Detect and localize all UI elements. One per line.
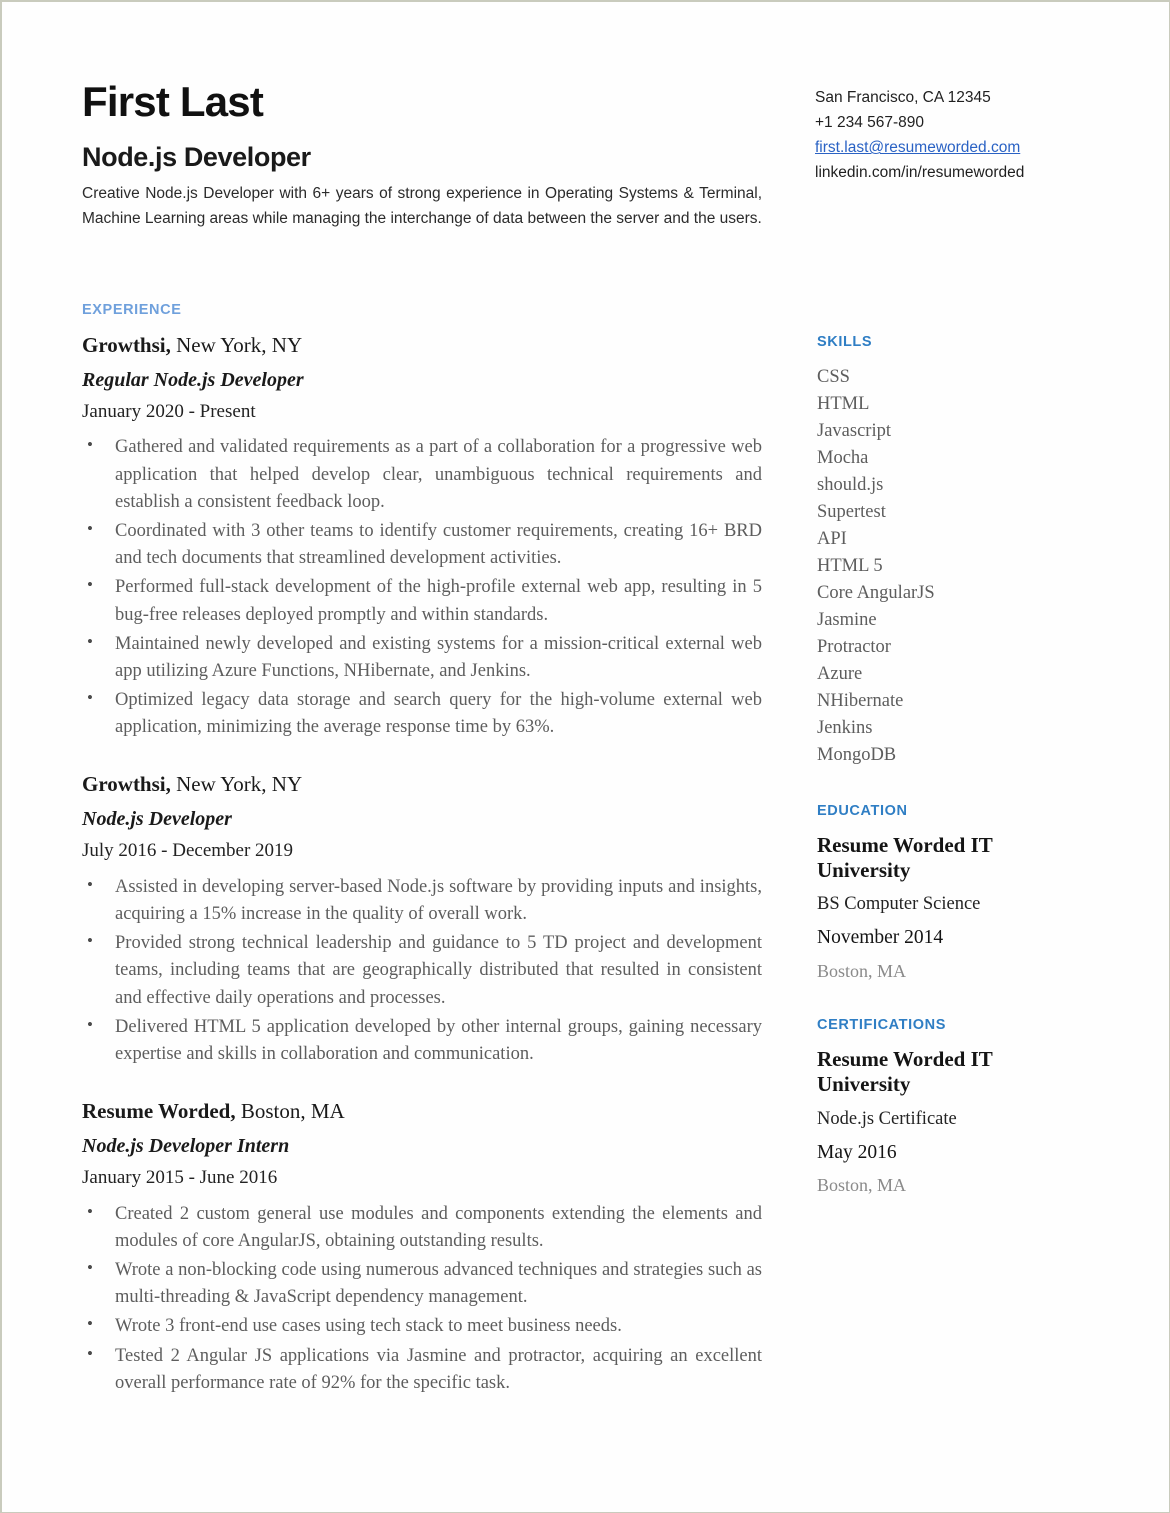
skill-item: Protractor [817, 637, 891, 657]
experience-dates: July 2016 - December 2019 [82, 840, 294, 862]
certifications-section: CERTIFICATIONS Resume Worded IT Universi… [817, 1017, 1075, 1197]
experience-entry: Resume Worded, Boston, MA Node.js Develo… [82, 1098, 762, 1397]
education-date: November 2014 [817, 927, 944, 949]
experience-bullet: Coordinated with 3 other teams to identi… [82, 517, 762, 572]
certification-organization: Resume Worded IT University [817, 1047, 993, 1097]
skill-item: Supertest [817, 502, 886, 522]
candidate-job-title: Node.js Developer [82, 141, 311, 172]
experience-company: Growthsi, [82, 333, 171, 357]
experience-bullet: Maintained newly developed and existing … [82, 630, 762, 685]
experience-company-line: Growthsi, New York, NY [82, 332, 762, 360]
experience-bullet-list: Created 2 custom general use modules and… [82, 1200, 762, 1397]
experience-bullet: Optimized legacy data storage and search… [82, 686, 762, 741]
education-organization: Resume Worded IT University [817, 833, 993, 883]
skills-list: CSS HTML Javascript Mocha should.js Supe… [817, 364, 1075, 769]
experience-bullet: Assisted in developing server-based Node… [82, 873, 762, 928]
resume-page: First Last Node.js Developer Creative No… [0, 0, 1170, 1513]
experience-bullet: Gathered and validated requirements as a… [82, 433, 762, 516]
experience-bullet: Provided strong technical leadership and… [82, 929, 762, 1012]
experience-company-line: Resume Worded, Boston, MA [82, 1098, 762, 1126]
header-left-block: First Last Node.js Developer Creative No… [82, 78, 762, 231]
experience-role: Node.js Developer Intern [82, 1134, 290, 1157]
experience-entry: Growthsi, New York, NY Node.js Developer… [82, 771, 762, 1068]
experience-dates: January 2020 - Present [82, 400, 256, 422]
contact-phone: +1 234 567-890 [815, 114, 925, 132]
education-section: EDUCATION Resume Worded IT University BS… [817, 803, 1075, 983]
certification-date: May 2016 [817, 1141, 897, 1163]
experience-bullet: Wrote 3 front-end use cases using tech s… [82, 1312, 762, 1340]
contact-block: San Francisco, CA 12345 +1 234 567-890 f… [815, 85, 1095, 185]
skill-item: Jenkins [817, 718, 873, 738]
education-degree: BS Computer Science [817, 894, 981, 915]
section-heading-skills: SKILLS [817, 334, 873, 350]
experience-bullet: Delivered HTML 5 application developed b… [82, 1013, 762, 1068]
experience-role: Node.js Developer [82, 808, 232, 831]
experience-company: Resume Worded, [82, 1099, 236, 1124]
contact-linkedin: linkedin.com/in/resumeworded [815, 164, 1025, 182]
experience-bullet-list: Assisted in developing server-based Node… [82, 873, 762, 1068]
skill-item: should.js [817, 475, 884, 495]
experience-location: Boston, MA [240, 1099, 345, 1124]
skill-item: Azure [817, 664, 863, 684]
experience-bullet-list: Gathered and validated requirements as a… [82, 433, 762, 741]
skill-item: Javascript [817, 421, 891, 441]
experience-location: New York, NY [176, 333, 303, 357]
main-column: EXPERIENCE Growthsi, New York, NY Regula… [82, 302, 762, 1399]
section-heading-certifications: CERTIFICATIONS [817, 1017, 946, 1034]
experience-role: Regular Node.js Developer [82, 368, 304, 391]
skill-item: NHibernate [817, 691, 904, 711]
skills-section: SKILLS CSS HTML Javascript Mocha should.… [817, 334, 1075, 769]
certification-location: Boston, MA [817, 1174, 907, 1195]
skill-item: HTML 5 [817, 556, 883, 576]
experience-bullet: Wrote a non-blocking code using numerous… [82, 1256, 762, 1311]
candidate-name: First Last [82, 78, 264, 125]
resume-sheet: First Last Node.js Developer Creative No… [2, 2, 1169, 1512]
section-heading-experience: EXPERIENCE [82, 302, 182, 318]
section-heading-education: EDUCATION [817, 803, 908, 819]
experience-company-line: Growthsi, New York, NY [82, 771, 762, 799]
professional-summary: Creative Node.js Developer with 6+ years… [82, 185, 762, 227]
education-location: Boston, MA [817, 960, 907, 981]
skill-item: Mocha [817, 448, 869, 468]
experience-bullet: Tested 2 Angular JS applications via Jas… [82, 1342, 762, 1397]
skill-item: MongoDB [817, 745, 897, 765]
certification-name: Node.js Certificate [817, 1108, 957, 1129]
sidebar-column: SKILLS CSS HTML Javascript Mocha should.… [817, 334, 1075, 1197]
experience-bullet: Created 2 custom general use modules and… [82, 1200, 762, 1255]
contact-email-link[interactable]: first.last@resumeworded.com [815, 135, 1095, 160]
contact-address: San Francisco, CA 12345 [815, 89, 991, 106]
skill-item: CSS [817, 367, 850, 387]
skill-item: API [817, 529, 847, 549]
skill-item: Jasmine [817, 610, 877, 630]
experience-location: New York, NY [176, 772, 303, 797]
experience-dates: January 2015 - June 2016 [82, 1166, 278, 1188]
experience-bullet: Performed full-stack development of the … [82, 573, 762, 628]
experience-company: Growthsi, [82, 772, 171, 797]
skill-item: Core AngularJS [817, 583, 935, 603]
skill-item: HTML [817, 394, 870, 414]
experience-entry: Growthsi, New York, NY Regular Node.js D… [82, 332, 762, 741]
resume-header: First Last Node.js Developer Creative No… [82, 78, 1095, 231]
